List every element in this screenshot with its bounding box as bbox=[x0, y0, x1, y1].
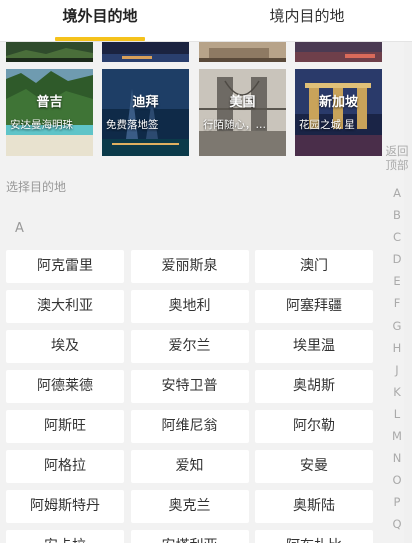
index-letter[interactable]: D bbox=[382, 248, 412, 270]
country-item[interactable]: 阿姆斯特丹 bbox=[6, 490, 124, 523]
country-item[interactable]: 阿斯旺 bbox=[6, 410, 124, 443]
country-item[interactable]: 安特卫普 bbox=[130, 370, 249, 403]
featured-row-previous bbox=[6, 42, 382, 62]
country-item[interactable]: 埃及 bbox=[6, 330, 124, 363]
country-item[interactable]: 爱尔兰 bbox=[130, 330, 249, 363]
featured-tile-partial[interactable] bbox=[295, 42, 382, 62]
featured-tile-partial[interactable] bbox=[199, 42, 286, 62]
index-letter[interactable]: E bbox=[382, 270, 412, 292]
back-to-top-link[interactable]: 返回顶部 bbox=[382, 144, 412, 172]
section-label: 选择目的地 bbox=[6, 180, 67, 194]
featured-tile-partial[interactable] bbox=[102, 42, 189, 62]
country-item[interactable]: 阿克雷里 bbox=[6, 250, 124, 283]
index-letter-list: A B C D E F G H J K L M N O P Q bbox=[382, 182, 412, 536]
country-item[interactable]: 爱丽斯泉 bbox=[130, 250, 249, 283]
index-letter[interactable]: L bbox=[382, 403, 412, 425]
featured-title: 迪拜 bbox=[132, 95, 159, 110]
featured-subtitle: 免费落地签 bbox=[106, 119, 159, 131]
index-letter[interactable]: O bbox=[382, 469, 412, 491]
tab-domestic[interactable]: 境内目的地 bbox=[214, 0, 400, 42]
featured-title: 普吉 bbox=[36, 95, 63, 110]
featured-title: 美国 bbox=[229, 95, 256, 110]
index-letter[interactable]: P bbox=[382, 491, 412, 513]
featured-tile-usa[interactable]: 美国 行陌随心，… bbox=[199, 69, 286, 156]
country-item[interactable]: 奥胡斯 bbox=[255, 370, 373, 403]
featured-subtitle: 行陌随心，… bbox=[203, 119, 266, 131]
country-item[interactable]: 爱知 bbox=[130, 450, 249, 483]
country-item[interactable]: 阿布扎比 bbox=[255, 530, 373, 543]
featured-tile-partial[interactable] bbox=[6, 42, 93, 62]
featured-tile-dubai[interactable]: 迪拜 免费落地签 bbox=[102, 69, 189, 156]
country-item[interactable]: 阿尔勒 bbox=[255, 410, 373, 443]
index-letter[interactable]: G bbox=[382, 315, 412, 337]
featured-subtitle: 花园之城 星 bbox=[299, 119, 355, 131]
country-item[interactable]: 安曼 bbox=[255, 450, 373, 483]
country-item[interactable]: 阿维尼翁 bbox=[130, 410, 249, 443]
featured-tile-phuket[interactable]: 普吉 安达曼海明珠 bbox=[6, 69, 93, 156]
country-item[interactable]: 阿德莱德 bbox=[6, 370, 124, 403]
index-letter[interactable]: H bbox=[382, 337, 412, 359]
index-letter[interactable]: F bbox=[382, 292, 412, 314]
country-item[interactable]: 澳大利亚 bbox=[6, 290, 124, 323]
dubai-image bbox=[102, 69, 189, 156]
active-tab-indicator bbox=[55, 37, 145, 41]
country-item[interactable]: 阿塞拜疆 bbox=[255, 290, 373, 323]
tab-outbound[interactable]: 境外目的地 bbox=[8, 0, 192, 42]
featured-subtitle: 安达曼海明珠 bbox=[10, 119, 73, 131]
country-item[interactable]: 安塔利亚 bbox=[130, 530, 249, 543]
country-item[interactable]: 奥克兰 bbox=[130, 490, 249, 523]
featured-title: 新加坡 bbox=[318, 95, 358, 110]
destination-tabbar: 境外目的地 境内目的地 bbox=[0, 0, 412, 42]
index-letter[interactable]: K bbox=[382, 381, 412, 403]
usa-image bbox=[199, 69, 286, 156]
index-letter[interactable]: J bbox=[382, 359, 412, 381]
country-item[interactable]: 澳门 bbox=[255, 250, 373, 283]
country-item[interactable]: 埃里温 bbox=[255, 330, 373, 363]
country-item[interactable]: 安卡拉 bbox=[6, 530, 124, 543]
singapore-image bbox=[295, 69, 382, 156]
index-letter[interactable]: B bbox=[382, 204, 412, 226]
index-letter[interactable]: N bbox=[382, 447, 412, 469]
index-letter[interactable]: A bbox=[382, 182, 412, 204]
featured-destinations: 普吉 安达曼海明珠 迪拜 免费落地签 美国 行陌随心，… 新加坡 花园之城 星 bbox=[6, 69, 382, 156]
phuket-image bbox=[6, 69, 93, 156]
country-item[interactable]: 奥地利 bbox=[130, 290, 249, 323]
alphabet-index: 返回顶部 A B C D E F G H J K L M N O P Q bbox=[382, 144, 412, 536]
country-item[interactable]: 奥斯陆 bbox=[255, 490, 373, 523]
letter-heading: A bbox=[15, 221, 24, 236]
index-letter[interactable]: C bbox=[382, 226, 412, 248]
country-item[interactable]: 阿格拉 bbox=[6, 450, 124, 483]
country-grid: 阿克雷里 爱丽斯泉 澳门 澳大利亚 奥地利 阿塞拜疆 埃及 爱尔兰 埃里温 阿德… bbox=[6, 250, 373, 543]
index-letter[interactable]: M bbox=[382, 425, 412, 447]
featured-tile-singapore[interactable]: 新加坡 花园之城 星 bbox=[295, 69, 382, 156]
index-letter[interactable]: Q bbox=[382, 513, 412, 535]
